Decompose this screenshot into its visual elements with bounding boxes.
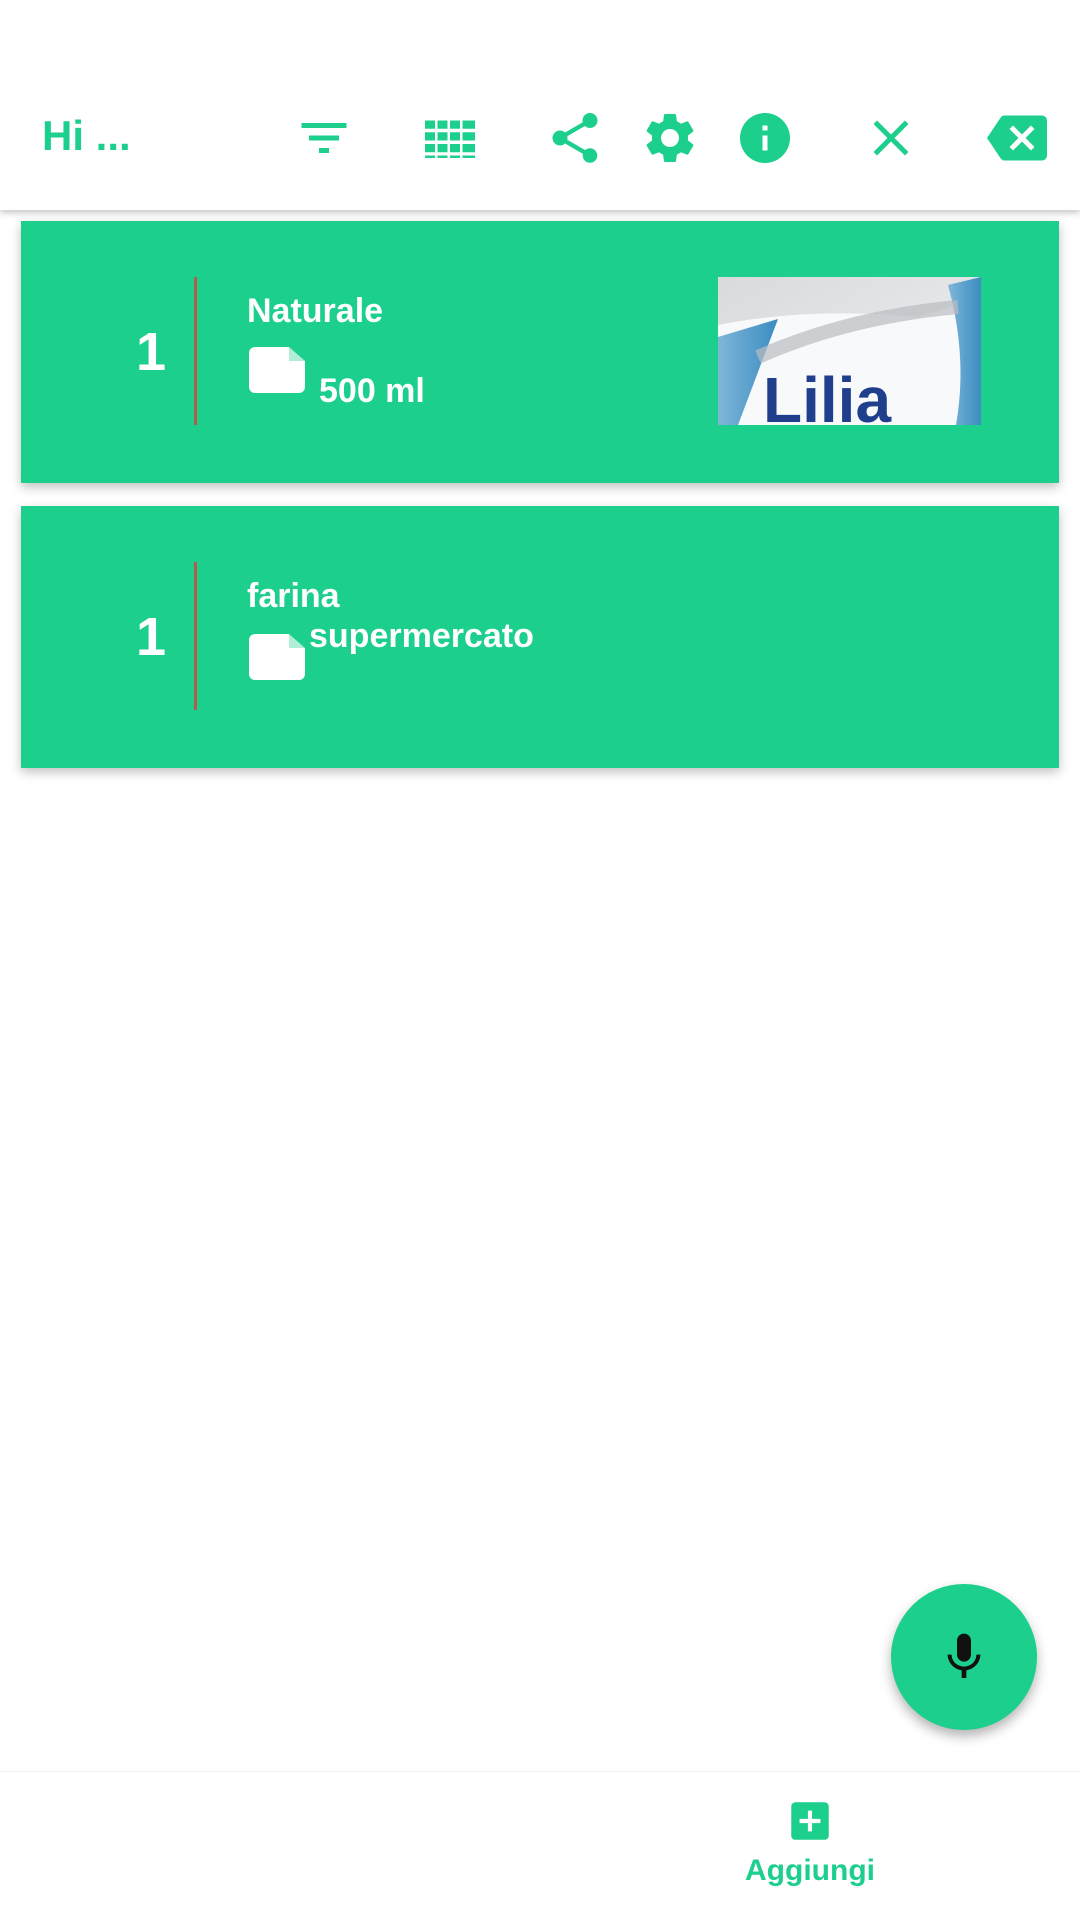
item-note: supermercato <box>309 617 534 655</box>
filter-icon[interactable] <box>292 106 356 170</box>
item-divider <box>194 562 197 710</box>
item-quantity: 1 <box>135 607 167 667</box>
list-item[interactable]: 1 Naturale 500 ml Lilia <box>21 221 1059 483</box>
plus-box-icon <box>785 1796 835 1846</box>
item-note: 500 ml <box>319 372 425 410</box>
item-name: Naturale <box>247 292 384 330</box>
share-icon[interactable] <box>543 106 607 170</box>
add-item-button[interactable]: Aggiungi <box>700 1796 920 1906</box>
item-photo[interactable]: Lilia <box>718 277 981 425</box>
app-bar: Hi ... <box>0 0 1080 210</box>
note-icon <box>249 347 305 393</box>
item-divider <box>194 277 197 425</box>
app-title: Hi ... <box>42 112 131 159</box>
item-quantity: 1 <box>135 322 167 382</box>
bottom-nav: Aggiungi <box>0 1771 1080 1920</box>
list-item[interactable]: 1 farina supermercato <box>21 506 1059 768</box>
add-item-label: Aggiungi <box>745 1854 875 1887</box>
voice-input-button[interactable] <box>891 1584 1037 1730</box>
grid-icon[interactable] <box>418 106 482 170</box>
note-icon <box>249 634 305 680</box>
bottle-logo-text: Lilia <box>763 364 891 425</box>
settings-icon[interactable] <box>638 106 702 170</box>
item-name: farina <box>247 577 340 615</box>
backspace-icon[interactable] <box>985 106 1049 170</box>
close-icon[interactable] <box>859 106 923 170</box>
microphone-icon <box>947 1633 981 1678</box>
info-icon[interactable] <box>733 106 797 170</box>
